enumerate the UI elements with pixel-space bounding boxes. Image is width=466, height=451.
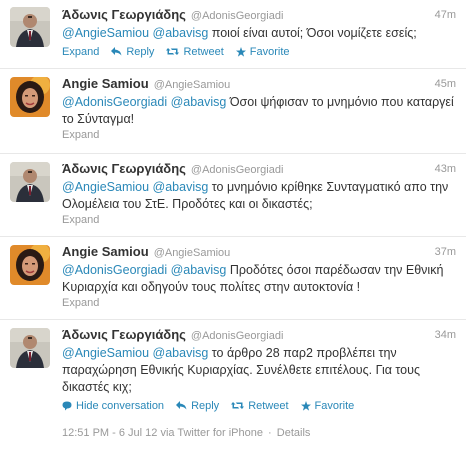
- expand-link[interactable]: Expand: [62, 214, 456, 226]
- avatar[interactable]: [10, 162, 50, 202]
- mention-link[interactable]: @AdonisGeorgiadi: [62, 263, 167, 277]
- author-fullname[interactable]: Άδωνις Γεωργιάδης: [62, 7, 186, 22]
- tweet-actions: Expand Reply Retweet Favorite: [62, 44, 456, 59]
- author-fullname[interactable]: Άδωνις Γεωργιάδης: [62, 161, 186, 176]
- tweet-time[interactable]: 34m: [435, 329, 456, 341]
- mention-link[interactable]: @abavisg: [153, 26, 209, 40]
- tweet-header: Angie Samiou @AngieSamiou: [62, 76, 456, 93]
- retweet-label: Retweet: [248, 399, 289, 412]
- mention-link[interactable]: @abavisg: [171, 263, 227, 277]
- tweet-header: Angie Samiou @AngieSamiou: [62, 244, 456, 261]
- tweet-text: @AngieSamiou @abavisg το μνημόνιο κρίθηκ…: [62, 179, 456, 213]
- mention-link[interactable]: @AngieSamiou: [62, 26, 149, 40]
- retweet-icon: [166, 48, 180, 55]
- meta-via[interactable]: via Twitter for iPhone: [160, 427, 263, 439]
- author-username[interactable]: @AdonisGeorgiadi: [191, 330, 284, 342]
- tweet-text: @AdonisGeorgiadi @abavisg Όσοι ψήφισαν τ…: [62, 94, 456, 128]
- details-link[interactable]: Details: [277, 427, 311, 439]
- tweet-text: @AngieSamiou @abavisg το άρθρο 28 παρ2 π…: [62, 345, 456, 396]
- expand-link[interactable]: Expand: [62, 297, 456, 309]
- mention-link[interactable]: @AngieSamiou: [62, 346, 149, 360]
- tweet-meta: 12:51 PM - 6 Jul 12 via Twitter for iPho…: [62, 427, 456, 439]
- retweet-label: Retweet: [183, 45, 224, 58]
- tweet-time[interactable]: 43m: [435, 163, 456, 175]
- author-fullname[interactable]: Angie Samiou: [62, 244, 149, 259]
- author-fullname[interactable]: Angie Samiou: [62, 76, 149, 91]
- tweet-timeline: Άδωνις Γεωργιάδης @AdonisGeorgiadi 47m @…: [0, 0, 466, 451]
- reply-button[interactable]: Reply: [111, 46, 154, 58]
- author-fullname[interactable]: Άδωνις Γεωργιάδης: [62, 327, 186, 342]
- mention-link[interactable]: @abavisg: [153, 346, 209, 360]
- tweet-time[interactable]: 37m: [435, 246, 456, 258]
- tweet-text: @AngieSamiou @abavisg ποιοί είναι αυτοί;…: [62, 25, 456, 42]
- author-username[interactable]: @AngieSamiou: [154, 79, 231, 91]
- reply-icon: [111, 47, 122, 56]
- tweet-header: Άδωνις Γεωργιάδης @AdonisGeorgiadi: [62, 161, 456, 178]
- tweet[interactable]: Angie Samiou @AngieSamiou 45m @AdonisGeo…: [0, 69, 466, 154]
- meta-separator: ·: [268, 427, 272, 439]
- favorite-label: Favorite: [249, 45, 290, 58]
- tweet[interactable]: Angie Samiou @AngieSamiou 37m @AdonisGeo…: [0, 237, 466, 320]
- reply-icon: [176, 401, 187, 410]
- star-icon: [235, 46, 246, 57]
- reply-button[interactable]: Reply: [176, 400, 219, 412]
- tweet-time[interactable]: 45m: [435, 78, 456, 90]
- tweet-body: ποιοί είναι αυτοί; Όσοι νομίζετε εσείς;: [208, 26, 417, 40]
- reply-label: Reply: [191, 399, 220, 412]
- mention-link[interactable]: @abavisg: [171, 95, 227, 109]
- reply-label: Reply: [126, 45, 155, 58]
- conversation-icon: [62, 401, 72, 410]
- tweet[interactable]: Άδωνις Γεωργιάδης @AdonisGeorgiadi 43m @…: [0, 154, 466, 237]
- expand-label: Expand: [62, 45, 100, 58]
- retweet-button[interactable]: Retweet: [166, 45, 224, 58]
- favorite-button[interactable]: Favorite: [300, 399, 355, 412]
- expand-link[interactable]: Expand: [62, 46, 99, 58]
- tweet-text: @AdonisGeorgiadi @abavisg Προδότες όσοι …: [62, 262, 456, 296]
- expand-link[interactable]: Expand: [62, 129, 456, 141]
- avatar[interactable]: [10, 77, 50, 117]
- retweet-icon: [231, 402, 245, 409]
- tweet-header: Άδωνις Γεωργιάδης @AdonisGeorgiadi: [62, 327, 456, 344]
- mention-link[interactable]: @AdonisGeorgiadi: [62, 95, 167, 109]
- favorite-label: Favorite: [314, 399, 355, 412]
- tweet-header: Άδωνις Γεωργιάδης @AdonisGeorgiadi: [62, 7, 456, 24]
- tweet-time[interactable]: 47m: [435, 9, 456, 21]
- avatar[interactable]: [10, 245, 50, 285]
- tweet-actions: Hide conversation Reply Retweet Favorite: [62, 398, 456, 413]
- mention-link[interactable]: @abavisg: [153, 180, 209, 194]
- mention-link[interactable]: @AngieSamiou: [62, 180, 149, 194]
- avatar[interactable]: [10, 7, 50, 47]
- author-username[interactable]: @AdonisGeorgiadi: [191, 10, 284, 22]
- retweet-button[interactable]: Retweet: [231, 399, 289, 412]
- avatar[interactable]: [10, 328, 50, 368]
- meta-timestamp[interactable]: 12:51 PM - 6 Jul 12: [62, 427, 157, 439]
- star-icon: [300, 400, 311, 411]
- author-username[interactable]: @AngieSamiou: [154, 247, 231, 259]
- author-username[interactable]: @AdonisGeorgiadi: [191, 164, 284, 176]
- tweet[interactable]: Άδωνις Γεωργιάδης @AdonisGeorgiadi 47m @…: [0, 0, 466, 69]
- favorite-button[interactable]: Favorite: [235, 45, 290, 58]
- hide-conversation-label: Hide conversation: [76, 399, 165, 412]
- hide-conversation-button[interactable]: Hide conversation: [62, 400, 164, 412]
- tweet[interactable]: Άδωνις Γεωργιάδης @AdonisGeorgiadi 34m @…: [0, 320, 466, 451]
